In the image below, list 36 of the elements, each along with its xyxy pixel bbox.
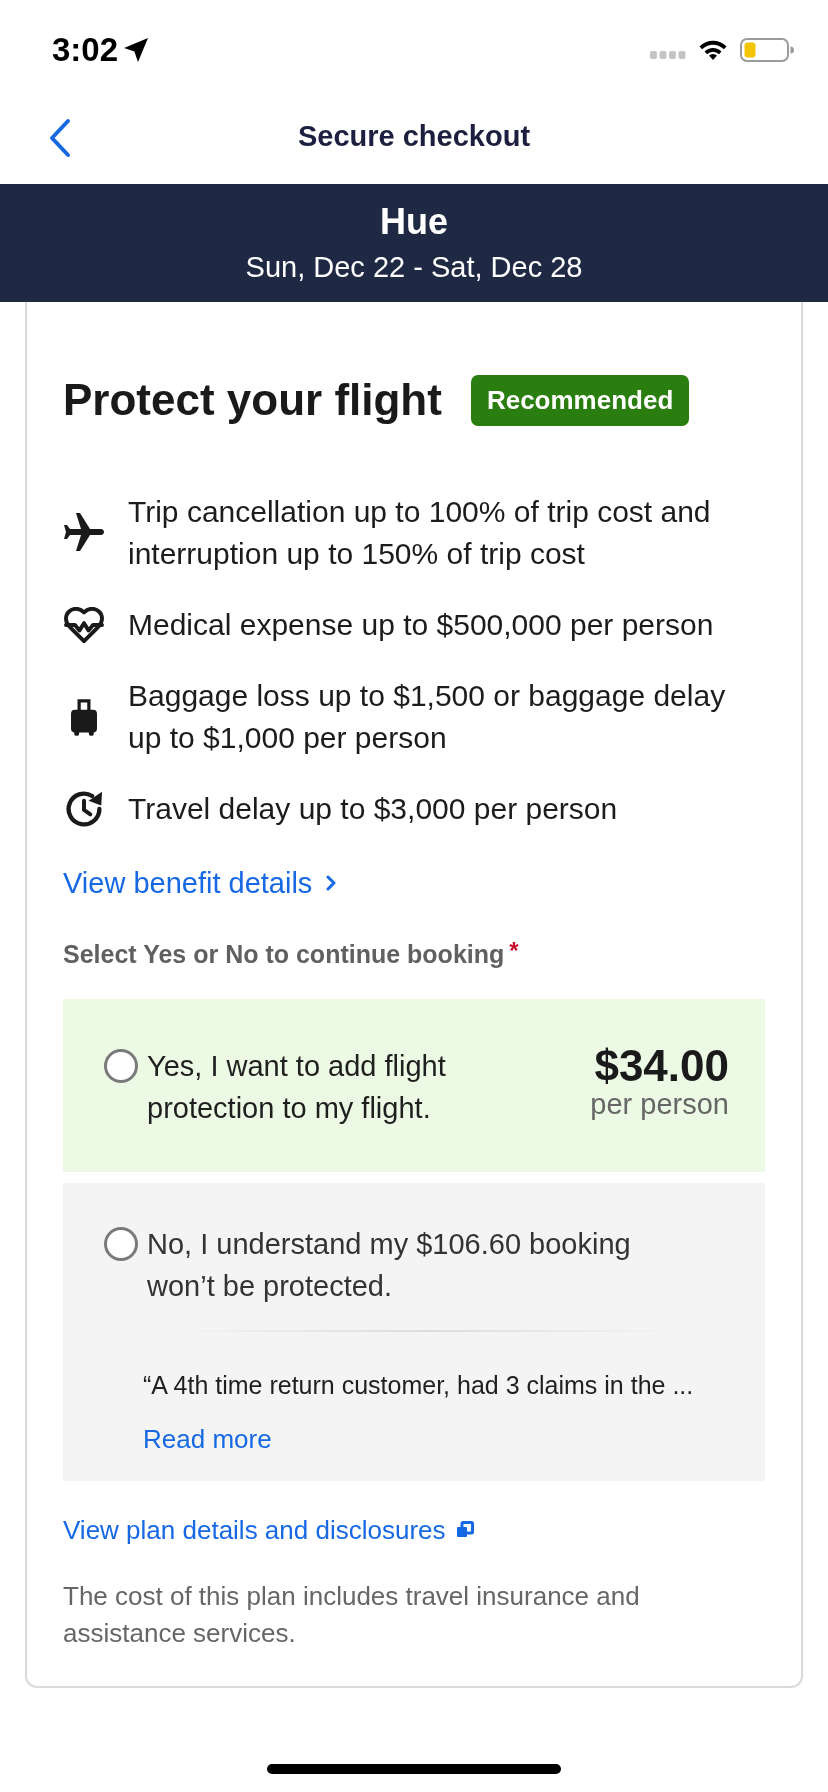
- benefit-text: Travel delay up to $3,000 per person: [128, 791, 619, 827]
- trip-dates: Sun, Dec 22 - Sat, Dec 28: [245, 250, 583, 285]
- no-option-panel[interactable]: No, I understand my $106.60 booking won’t be protected. “A 4th time return customer, had 3 claims in the ... Read more: [63, 1183, 765, 1481]
- airplane-icon: [64, 513, 104, 553]
- testimonial-quote: “A 4th time return customer, had 3 claims in the ...: [143, 1370, 695, 1401]
- read-more-link[interactable]: Read more: [143, 1421, 272, 1457]
- benefit-details-link[interactable]: View benefit details: [63, 862, 337, 904]
- location-arrow-icon: [124, 38, 149, 62]
- yes-option-panel[interactable]: Yes, I want to add flight protection to my flight. $34.00 per person: [63, 999, 765, 1172]
- required-asterisk: *: [509, 936, 519, 966]
- option-label: No, I understand my $106.60 booking won’t be protected.: [147, 1227, 632, 1304]
- prompt-label: Select Yes or No to continue booking: [63, 939, 505, 970]
- destination-title: Hue: [380, 201, 448, 243]
- battery-icon: [740, 38, 794, 62]
- plan-note: The cost of this plan includes travel insurance and assistance services.: [63, 1580, 641, 1650]
- plan-details-link[interactable]: View plan details and disclosures: [63, 1512, 474, 1548]
- benefit-text: Trip cancellation up to 100% of trip cost and interruption up to 150% of trip cost: [128, 494, 712, 572]
- radio-button[interactable]: [104, 1049, 138, 1083]
- price-text: $34.00: [594, 1045, 729, 1087]
- page-title: Secure checkout: [297, 119, 531, 154]
- clock-arrow-icon: [65, 790, 103, 828]
- section-title: Protect your flight: [63, 374, 442, 426]
- radio-button[interactable]: [104, 1227, 138, 1261]
- suitcase-icon: [71, 698, 97, 736]
- back-chevron-icon: [48, 118, 72, 158]
- signal-dots-icon: [650, 51, 686, 59]
- heart-pulse-icon: [64, 607, 104, 643]
- benefit-text: Medical expense up to $500,000 per person: [128, 607, 715, 643]
- external-link-icon: [455, 1521, 474, 1539]
- status-time: 3:02: [52, 30, 119, 70]
- chevron-right-icon: [326, 875, 337, 891]
- price-unit-text: per person: [590, 1087, 729, 1121]
- wifi-icon: [698, 39, 728, 61]
- option-label: Yes, I want to add flight protection to my flight.: [147, 1049, 447, 1126]
- benefit-text: Baggage loss up to $1,500 or baggage delay up to $1,000 per person: [128, 678, 727, 756]
- recommended-badge: Recommended: [470, 374, 690, 426]
